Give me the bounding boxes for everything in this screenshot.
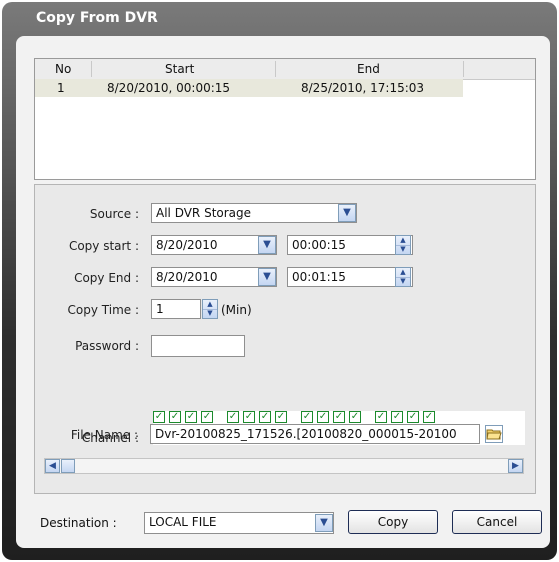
channel-checkbox[interactable]: ✓	[391, 411, 403, 423]
file-name-input[interactable]: Dvr-20100825_171526.[20100820_000015-201…	[150, 424, 480, 444]
destination-label: Destination :	[40, 516, 117, 530]
destination-select[interactable]: LOCAL FILE	[144, 512, 334, 534]
copy-options: Source : All DVR Storage ▼ Copy start : …	[34, 184, 536, 494]
channel-checkbox[interactable]: ✓	[423, 411, 435, 423]
column-separator[interactable]	[463, 61, 464, 77]
source-label: Source :	[89, 207, 139, 221]
chevron-down-icon[interactable]: ▼	[338, 204, 356, 222]
copy-time-unit: (Min)	[221, 303, 252, 317]
row-no: 1	[57, 81, 65, 95]
copy-start-time-value: 00:00:15	[292, 238, 346, 252]
copy-time-label: Copy Time :	[67, 303, 139, 317]
list-header: No Start End	[35, 59, 535, 80]
chevron-down-icon[interactable]: ▼	[315, 514, 333, 532]
channel-checkbox[interactable]: ✓	[317, 411, 329, 423]
recording-list[interactable]: No Start End 1 8/20/2010, 00:00:15 8/25/…	[34, 58, 536, 180]
title-bar[interactable]: Copy From DVR	[2, 2, 557, 34]
channel-checkbox[interactable]: ✓	[301, 411, 313, 423]
header-end[interactable]: End	[357, 62, 380, 76]
list-row[interactable]: 1 8/20/2010, 00:00:15 8/25/2010, 17:15:0…	[35, 79, 463, 97]
copy-button[interactable]: Copy	[348, 510, 438, 534]
copy-end-time-spinner[interactable]: ▲ ▼	[395, 267, 411, 287]
column-separator[interactable]	[91, 61, 92, 77]
copy-start-date-value: 8/20/2010	[156, 238, 218, 252]
channel-checkbox[interactable]: ✓	[375, 411, 387, 423]
channel-checkbox[interactable]: ✓	[227, 411, 239, 423]
copy-end-time-value: 00:01:15	[292, 270, 346, 284]
folder-glyph	[486, 429, 502, 440]
spin-down-icon[interactable]: ▼	[203, 309, 217, 318]
row-start: 8/20/2010, 00:00:15	[107, 81, 231, 95]
copy-dialog: Copy From DVR No Start End 1 8/20/2010, …	[2, 2, 557, 560]
source-value: All DVR Storage	[156, 206, 252, 220]
horizontal-scrollbar[interactable]: ◀ ▶	[44, 458, 524, 474]
spin-down-icon[interactable]: ▼	[396, 245, 410, 254]
password-field[interactable]	[151, 335, 245, 357]
channel-checkbox[interactable]: ✓	[349, 411, 361, 423]
spin-down-icon[interactable]: ▼	[396, 277, 410, 286]
scroll-thumb[interactable]	[61, 459, 75, 473]
channel-checkbox[interactable]: ✓	[333, 411, 345, 423]
file-name-value: Dvr-20100825_171526.[20100820_000015-201…	[155, 427, 457, 441]
copy-time-spinner[interactable]: ▲ ▼	[202, 299, 218, 319]
scroll-left-icon[interactable]: ◀	[45, 459, 60, 473]
channel-checkbox[interactable]: ✓	[169, 411, 181, 423]
destination-value: LOCAL FILE	[149, 515, 217, 529]
dialog-body: No Start End 1 8/20/2010, 00:00:15 8/25/…	[16, 36, 550, 548]
channel-checkbox[interactable]: ✓	[243, 411, 255, 423]
column-separator[interactable]	[275, 61, 276, 77]
channel-checkbox[interactable]: ✓	[201, 411, 213, 423]
channel-checkbox[interactable]: ✓	[153, 411, 165, 423]
copy-time-value: 1	[156, 302, 164, 316]
chevron-down-icon[interactable]: ▼	[258, 268, 276, 286]
scroll-right-icon[interactable]: ▶	[508, 459, 523, 473]
copy-end-date-value: 8/20/2010	[156, 270, 218, 284]
password-label: Password :	[75, 339, 139, 353]
source-select[interactable]: All DVR Storage	[151, 203, 357, 223]
channel-checkbox[interactable]: ✓	[259, 411, 271, 423]
channel-checkbox[interactable]: ✓	[407, 411, 419, 423]
copy-time-input[interactable]: 1	[151, 299, 201, 319]
copy-start-label: Copy start :	[68, 239, 139, 253]
channel-checkbox[interactable]: ✓	[275, 411, 287, 423]
dialog-title: Copy From DVR	[36, 10, 158, 26]
folder-open-icon[interactable]	[485, 425, 503, 443]
file-name-label: File Name :	[70, 428, 138, 442]
cancel-button[interactable]: Cancel	[452, 510, 542, 534]
row-end: 8/25/2010, 17:15:03	[301, 81, 425, 95]
chevron-down-icon[interactable]: ▼	[258, 236, 276, 254]
copy-start-time-spinner[interactable]: ▲ ▼	[395, 235, 411, 255]
header-no[interactable]: No	[55, 62, 71, 76]
header-start[interactable]: Start	[165, 62, 194, 76]
channel-checkbox[interactable]: ✓	[185, 411, 197, 423]
copy-end-label: Copy End :	[74, 271, 139, 285]
